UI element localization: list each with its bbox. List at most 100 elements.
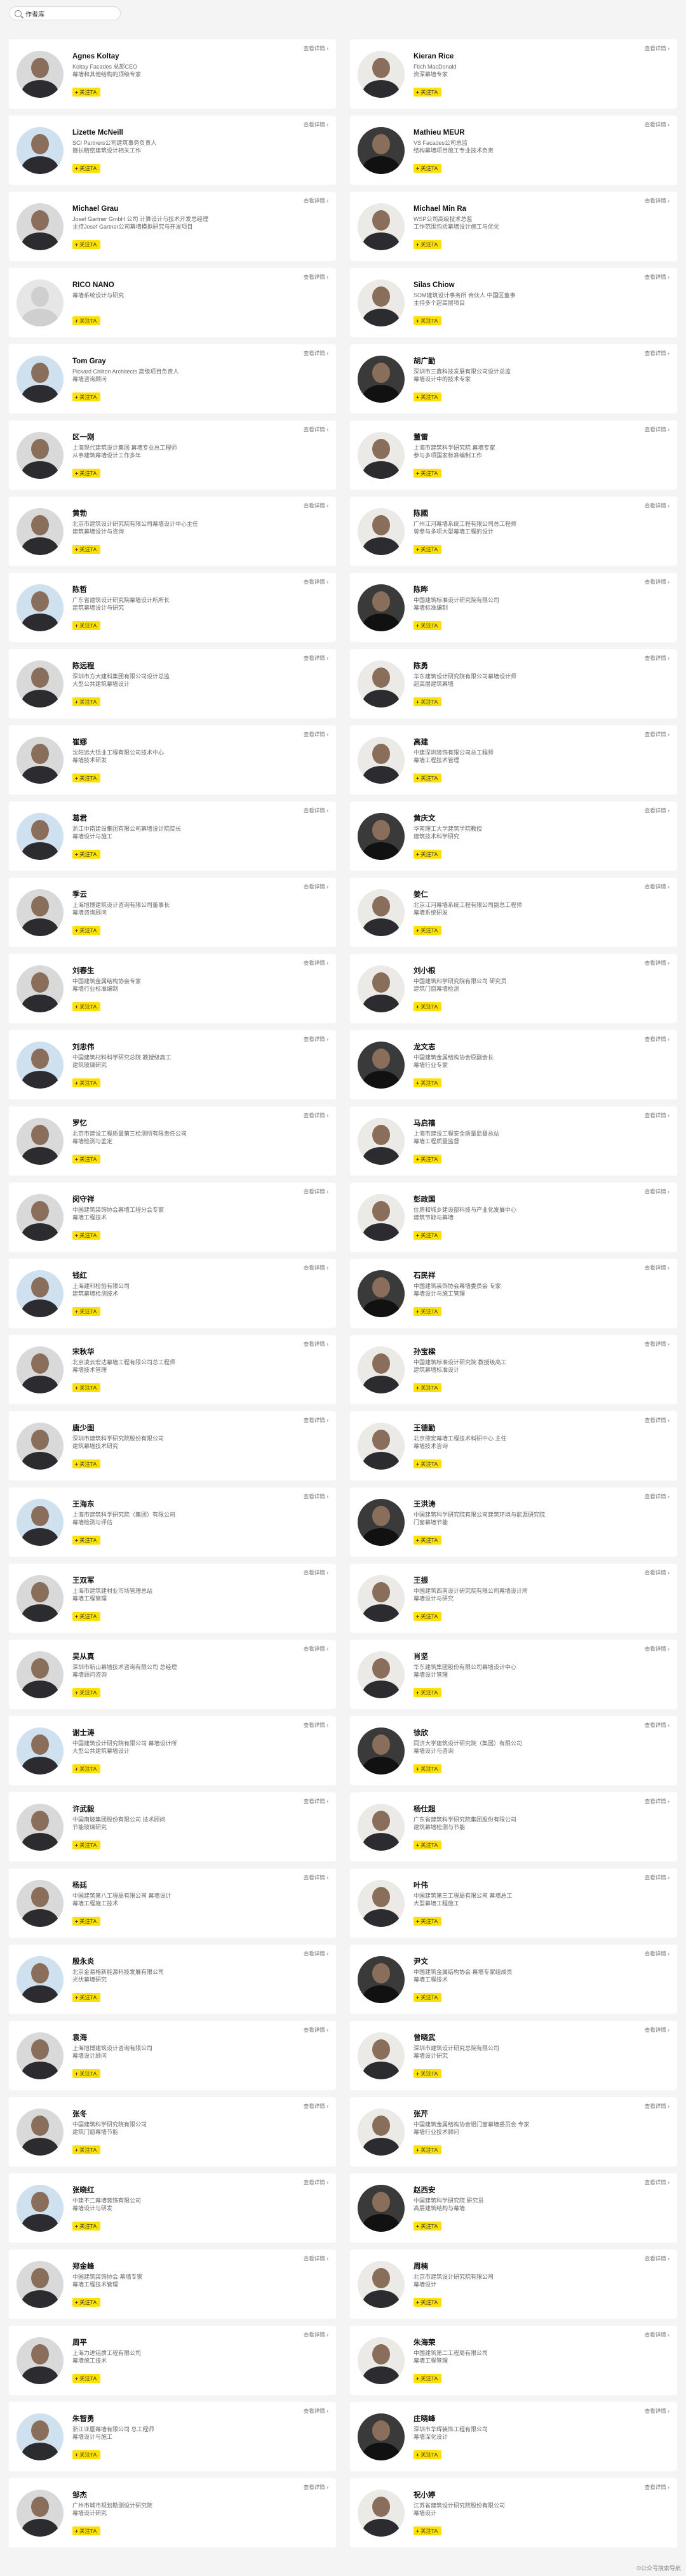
- view-detail-link[interactable]: 查看详情 ›: [304, 2026, 328, 2034]
- view-detail-link[interactable]: 查看详情 ›: [645, 1721, 669, 1729]
- avatar[interactable]: [17, 737, 64, 784]
- author-card[interactable]: 闵守祥 中国建筑装饰协会幕墙工程分会专家 幕墙工程技术 + 关注TA 查看详情 ›: [9, 1183, 336, 1252]
- follow-button[interactable]: + 关注TA: [72, 926, 101, 935]
- avatar[interactable]: [17, 661, 64, 708]
- author-card[interactable]: Lizette McNeill SCI Partners公司建筑事务负责人 擅长精…: [9, 116, 336, 185]
- author-card[interactable]: 刘忠伟 中国建筑材料科学研究总院 教授级高工 建筑玻璃研究 + 关注TA 查看详情 ›: [9, 1030, 336, 1099]
- avatar[interactable]: [17, 51, 64, 98]
- view-detail-link[interactable]: 查看详情 ›: [304, 197, 328, 205]
- author-card[interactable]: 袁海 上海旭博建筑设计咨询有限公司 幕墙设计顾问 + 关注TA 查看详情 ›: [9, 2021, 336, 2090]
- follow-button[interactable]: + 关注TA: [72, 1155, 101, 1164]
- avatar[interactable]: [358, 2032, 405, 2079]
- author-name[interactable]: Tom Gray: [72, 357, 292, 366]
- avatar[interactable]: [17, 2185, 64, 2232]
- avatar[interactable]: [17, 127, 64, 174]
- avatar[interactable]: [17, 965, 64, 1012]
- avatar[interactable]: [17, 2490, 64, 2537]
- author-card[interactable]: 张晓红 中建不二幕墙装饰有限公司 幕墙设计与研发 + 关注TA 查看详情 ›: [9, 2173, 336, 2243]
- view-detail-link[interactable]: 查看详情 ›: [645, 1493, 669, 1500]
- view-detail-link[interactable]: 查看详情 ›: [304, 2102, 328, 2110]
- author-card[interactable]: 孙宝樑 中国建筑标准设计研究院 教授级高工 建筑幕墙标准设计 + 关注TA 查看详情 ›: [350, 1335, 677, 1404]
- avatar[interactable]: [358, 127, 405, 174]
- view-detail-link[interactable]: 查看详情 ›: [304, 2178, 328, 2186]
- avatar[interactable]: [358, 1651, 405, 1698]
- avatar[interactable]: [17, 432, 64, 479]
- author-name[interactable]: 宋秋华: [72, 1348, 292, 1357]
- author-name[interactable]: 姜仁: [414, 890, 633, 899]
- author-name[interactable]: 杨廷: [72, 1881, 292, 1890]
- author-name[interactable]: 黄勃: [72, 509, 292, 518]
- avatar[interactable]: [358, 2490, 405, 2537]
- avatar[interactable]: [358, 1575, 405, 1622]
- follow-button[interactable]: + 关注TA: [414, 164, 442, 173]
- author-name[interactable]: 郑金峰: [72, 2262, 292, 2271]
- author-name[interactable]: 王双军: [72, 1576, 292, 1585]
- avatar[interactable]: [17, 1042, 64, 1089]
- follow-button[interactable]: + 关注TA: [72, 2374, 101, 2383]
- view-detail-link[interactable]: 查看详情 ›: [304, 2255, 328, 2262]
- view-detail-link[interactable]: 查看详情 ›: [304, 426, 328, 433]
- author-card[interactable]: 王德勤 北京德宏幕墙工程技术科研中心 主任 幕墙技术咨询 + 关注TA 查看详情 ›: [350, 1411, 677, 1480]
- avatar[interactable]: [17, 2337, 64, 2384]
- author-name[interactable]: 肖坚: [414, 1653, 633, 1661]
- avatar[interactable]: [17, 1956, 64, 2003]
- avatar[interactable]: [17, 2109, 64, 2156]
- avatar[interactable]: [17, 1651, 64, 1698]
- view-detail-link[interactable]: 查看详情 ›: [304, 2407, 328, 2415]
- follow-button[interactable]: + 关注TA: [72, 1841, 101, 1849]
- avatar[interactable]: [17, 1575, 64, 1622]
- avatar[interactable]: [358, 737, 405, 784]
- follow-button[interactable]: + 关注TA: [72, 469, 101, 478]
- author-card[interactable]: 崔娜 沈阳远大铝业工程有限公司技术中心 幕墙技术研发 + 关注TA 查看详情 ›: [9, 725, 336, 795]
- view-detail-link[interactable]: 查看详情 ›: [645, 1645, 669, 1653]
- author-card[interactable]: 黄庆文 华南理工大学建筑学院教授 建筑技术科学研究 + 关注TA 查看详情 ›: [350, 802, 677, 871]
- author-card[interactable]: 彭政国 住房和城乡建设部科技与产业化发展中心 建筑节能与幕墙 + 关注TA 查看详情 ›: [350, 1183, 677, 1252]
- avatar[interactable]: [17, 2261, 64, 2308]
- author-card[interactable]: 杨仕超 广东省建筑科学研究院集团股份有限公司 建筑幕墙检测与节能 + 关注TA 查看详情…: [350, 1792, 677, 1862]
- author-name[interactable]: 张冬: [72, 2110, 292, 2119]
- author-name[interactable]: RICO NANO: [72, 281, 292, 290]
- view-detail-link[interactable]: 查看详情 ›: [645, 2483, 669, 2491]
- author-name[interactable]: 王德勤: [414, 1424, 633, 1433]
- author-card[interactable]: 刘春生 中国建筑金属结构协会专家 幕墙行业标准编制 + 关注TA 查看详情 ›: [9, 954, 336, 1023]
- view-detail-link[interactable]: 查看详情 ›: [645, 1416, 669, 1424]
- view-detail-link[interactable]: 查看详情 ›: [645, 578, 669, 586]
- author-card[interactable]: 周楠 北京市建筑设计研究院有限公司 幕墙设计 + 关注TA 查看详情 ›: [350, 2250, 677, 2319]
- avatar[interactable]: [358, 1423, 405, 1470]
- author-name[interactable]: 孙宝樑: [414, 1348, 633, 1357]
- follow-button[interactable]: + 关注TA: [72, 1078, 101, 1087]
- view-detail-link[interactable]: 查看详情 ›: [645, 2255, 669, 2262]
- avatar[interactable]: [17, 889, 64, 936]
- author-name[interactable]: 赵西安: [414, 2186, 633, 2195]
- author-card[interactable]: 徐欣 同济大学建筑设计研究院（集团）有限公司 幕墙设计与咨询 + 关注TA 查看详情 ›: [350, 1716, 677, 1785]
- author-name[interactable]: 董雷: [414, 433, 633, 442]
- view-detail-link[interactable]: 查看详情 ›: [645, 1111, 669, 1119]
- author-card[interactable]: 曾晓武 深圳市建筑设计研究总院有限公司 幕墙设计研究 + 关注TA 查看详情 ›: [350, 2021, 677, 2090]
- follow-button[interactable]: + 关注TA: [414, 1231, 442, 1240]
- author-card[interactable]: 胡广勤 深圳市三鑫科技发展有限公司设计总监 幕墙设计中的技术专家 + 关注TA 查看详情…: [350, 344, 677, 413]
- avatar[interactable]: [358, 965, 405, 1012]
- author-card[interactable]: 庄晓峰 深圳市华辉装饰工程有限公司 幕墙深化设计 + 关注TA 查看详情 ›: [350, 2402, 677, 2471]
- avatar[interactable]: [17, 2032, 64, 2079]
- author-name[interactable]: Agnes Koltay: [72, 52, 292, 61]
- follow-button[interactable]: + 关注TA: [414, 2298, 442, 2307]
- view-detail-link[interactable]: 查看详情 ›: [304, 273, 328, 281]
- view-detail-link[interactable]: 查看详情 ›: [304, 502, 328, 509]
- view-detail-link[interactable]: 查看详情 ›: [645, 44, 669, 52]
- author-name[interactable]: 陈哲: [72, 586, 292, 594]
- follow-button[interactable]: + 关注TA: [414, 88, 442, 97]
- follow-button[interactable]: + 关注TA: [414, 2222, 442, 2231]
- author-name[interactable]: 周平: [72, 2338, 292, 2347]
- author-name[interactable]: 邹杰: [72, 2491, 292, 2500]
- author-name[interactable]: 陈國: [414, 509, 633, 518]
- author-card[interactable]: RICO NANO 幕墙系统设计与研究 + 关注TA 查看详情 ›: [9, 268, 336, 337]
- view-detail-link[interactable]: 查看详情 ›: [645, 2178, 669, 2186]
- author-card[interactable]: 张芹 中国建筑金属结构协会铝门窗幕墙委员会 专家 幕墙行业技术顾问 + 关注TA 查看详…: [350, 2097, 677, 2166]
- avatar[interactable]: [358, 51, 405, 98]
- author-name[interactable]: 殷永炎: [72, 1957, 292, 1966]
- author-card[interactable]: 黄勃 北京市建筑设计研究院有限公司幕墙设计中心主任 建筑幕墙设计与咨询 + 关注TA 查…: [9, 497, 336, 566]
- follow-button[interactable]: + 关注TA: [414, 2450, 442, 2459]
- author-name[interactable]: 陈勇: [414, 662, 633, 671]
- author-name[interactable]: 杨仕超: [414, 1805, 633, 1814]
- search-box[interactable]: [9, 6, 121, 20]
